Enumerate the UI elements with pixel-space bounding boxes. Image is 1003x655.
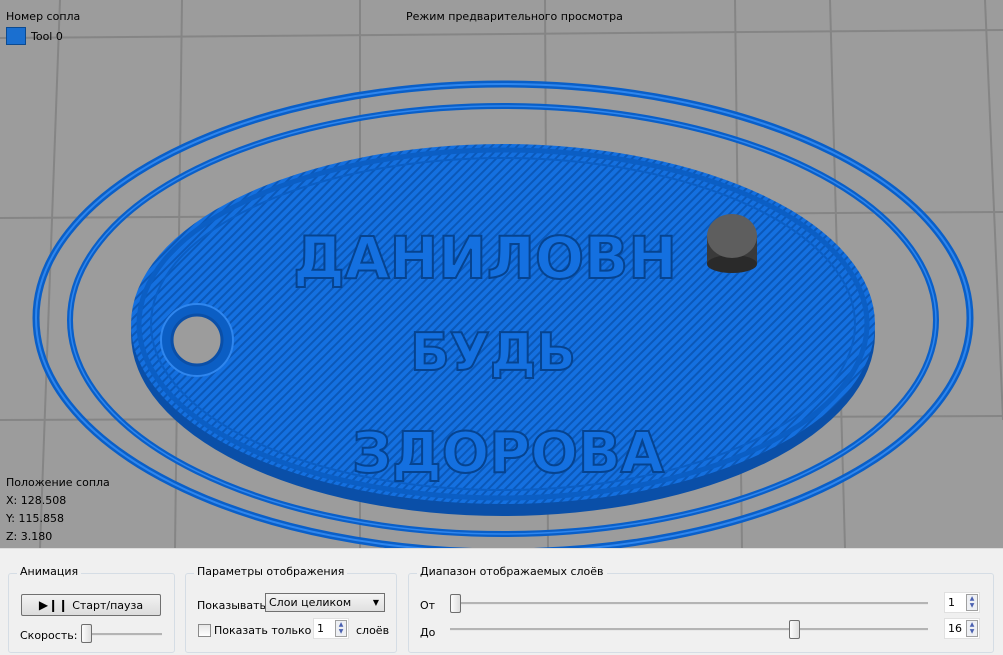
- layer-range-group: Диапазон отображаемых слоёв От 1 ▲ ▼ До 1…: [408, 565, 994, 653]
- animation-title: Анимация: [17, 565, 82, 578]
- tool-color-swatch: [6, 27, 26, 45]
- model-text-line: ДАНИЛОВН: [293, 224, 677, 292]
- layer-range-title: Диапазон отображаемых слоёв: [417, 565, 607, 578]
- spin-down-icon[interactable]: ▼: [336, 628, 346, 635]
- from-slider-track[interactable]: [450, 602, 928, 605]
- speed-label: Скорость:: [20, 629, 78, 642]
- preview-viewport[interactable]: ДАНИЛОВН БУДЬ ЗДОРОВА Номер сопла Tool 0…: [0, 0, 1003, 548]
- tool-label: Tool 0: [31, 30, 63, 43]
- spin-buttons[interactable]: ▲ ▼: [966, 620, 978, 637]
- layers-label: слоёв: [356, 624, 390, 637]
- viewport-title: Режим предварительного просмотра: [406, 10, 623, 23]
- chevron-down-icon: ▼: [372, 598, 379, 607]
- nozzle-z: Z: 3.180: [6, 530, 53, 543]
- show-only-count-input[interactable]: 1 ▲ ▼: [313, 618, 349, 639]
- model-preview: ДАНИЛОВН БУДЬ ЗДОРОВА: [0, 0, 1003, 548]
- show-label: Показывать: [197, 599, 267, 612]
- display-title: Параметры отображения: [194, 565, 348, 578]
- to-label: До: [420, 626, 436, 639]
- to-slider-thumb[interactable]: [789, 620, 800, 639]
- speed-slider-thumb[interactable]: [81, 624, 92, 643]
- show-mode-value: Слои целиком: [269, 596, 352, 609]
- model-text-line: ЗДОРОВА: [352, 421, 665, 486]
- show-only-label: Показать только: [214, 624, 312, 637]
- nozzle-x: X: 128.508: [6, 494, 67, 507]
- show-only-checkbox[interactable]: [198, 624, 211, 637]
- show-mode-select[interactable]: Слои целиком ▼: [265, 593, 385, 612]
- from-label: От: [420, 599, 436, 612]
- to-layer-input[interactable]: 16 ▲ ▼: [944, 618, 980, 639]
- from-layer-input[interactable]: 1 ▲ ▼: [944, 592, 980, 613]
- spin-buttons[interactable]: ▲ ▼: [335, 620, 347, 637]
- animation-group: Анимация ▶❙❙ Старт/пауза Скорость:: [8, 565, 175, 653]
- nozzle-position-title: Положение сопла: [6, 476, 110, 489]
- start-pause-label: Старт/пауза: [72, 598, 144, 612]
- display-group: Параметры отображения Показывать Слои це…: [185, 565, 397, 653]
- show-only-count-value: 1: [317, 622, 324, 635]
- model-text-line: БУДЬ: [410, 323, 576, 383]
- from-slider-thumb[interactable]: [450, 594, 461, 613]
- start-pause-button[interactable]: ▶❙❙ Старт/пауза: [21, 594, 161, 616]
- tool-legend-title: Номер сопла: [6, 10, 81, 23]
- spin-up-icon[interactable]: ▲: [967, 621, 977, 628]
- to-layer-value: 16: [948, 622, 962, 635]
- nozzle-y: Y: 115.858: [6, 512, 64, 525]
- spin-down-icon[interactable]: ▼: [967, 602, 977, 609]
- spin-up-icon[interactable]: ▲: [336, 621, 346, 628]
- spin-down-icon[interactable]: ▼: [967, 628, 977, 635]
- speed-slider-track[interactable]: [82, 633, 162, 636]
- spin-up-icon[interactable]: ▲: [967, 595, 977, 602]
- from-layer-value: 1: [948, 596, 955, 609]
- control-panel: Анимация ▶❙❙ Старт/пауза Скорость: Парам…: [0, 548, 1003, 655]
- spin-buttons[interactable]: ▲ ▼: [966, 594, 978, 611]
- nozzle-marker: [707, 214, 757, 273]
- to-slider-track[interactable]: [450, 628, 928, 631]
- play-pause-icon: ▶❙❙: [38, 598, 69, 612]
